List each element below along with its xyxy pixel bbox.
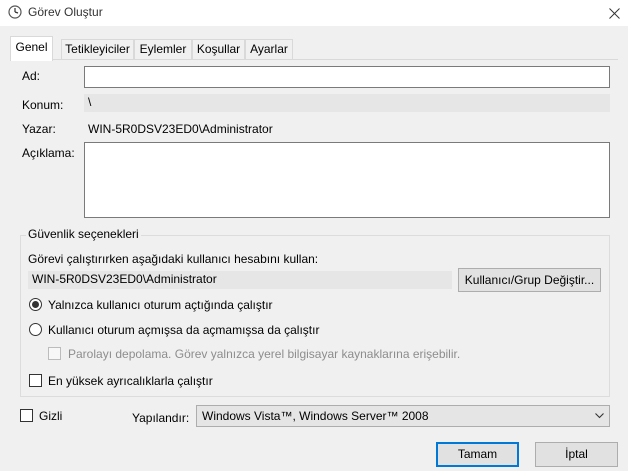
configure-label: Yapılandır: (132, 411, 190, 425)
tab-kosullar[interactable]: Koşullar (192, 39, 245, 59)
name-field[interactable] (84, 66, 610, 88)
radio-run-logged-on-label[interactable]: Yalnızca kullanıcı oturum açtığında çalı… (48, 298, 273, 312)
location-value: \ (84, 94, 610, 112)
configure-select-value: Windows Vista™, Windows Server™ 2008 (202, 409, 429, 423)
author-label: Yazar: (22, 122, 56, 136)
highest-privileges-label[interactable]: En yüksek ayrıcalıklarla çalıştır (48, 374, 213, 388)
chevron-down-icon (595, 413, 604, 419)
close-button[interactable] (604, 3, 624, 23)
description-label: Açıklama: (22, 146, 75, 160)
tab-eylemler[interactable]: Eylemler (134, 39, 192, 59)
highest-privileges-checkbox[interactable] (29, 374, 42, 387)
tab-tetikleyiciler[interactable]: Tetikleyiciler (61, 39, 134, 59)
radio-run-whether-logged-on[interactable] (29, 323, 42, 336)
no-store-password-label: Parolayı depolama. Görev yalnızca yerel … (68, 347, 461, 361)
change-user-button[interactable]: Kullanıcı/Grup Değiştir... (458, 268, 601, 292)
description-field[interactable] (84, 142, 610, 218)
author-value: WIN-5R0DSV23ED0\Administrator (88, 122, 273, 136)
no-store-password-checkbox[interactable] (48, 347, 61, 360)
tab-panel-border (10, 59, 618, 60)
name-label: Ad: (22, 69, 41, 83)
account-value: WIN-5R0DSV23ED0\Administrator (28, 271, 452, 289)
radio-run-logged-on[interactable] (29, 298, 42, 311)
hidden-label[interactable]: Gizli (39, 409, 62, 423)
ok-button[interactable]: Tamam (436, 442, 519, 467)
window-title: Görev Oluştur (28, 5, 103, 19)
hidden-checkbox[interactable] (20, 409, 33, 422)
configure-select[interactable]: Windows Vista™, Windows Server™ 2008 (196, 405, 610, 427)
task-scheduler-clock-icon (8, 5, 22, 19)
tab-ayarlar[interactable]: Ayarlar (245, 39, 293, 59)
tab-genel[interactable]: Genel (10, 36, 53, 61)
location-label: Konum: (22, 98, 64, 112)
close-icon (608, 7, 620, 19)
cancel-button[interactable]: İptal (535, 442, 618, 467)
security-group-title: Güvenlik seçenekleri (26, 227, 141, 241)
radio-run-whether-logged-on-label[interactable]: Kullanıcı oturum açmışsa da açmamışsa da… (48, 323, 319, 337)
run-as-prompt: Görevi çalıştırırken aşağıdaki kullanıcı… (28, 252, 319, 266)
